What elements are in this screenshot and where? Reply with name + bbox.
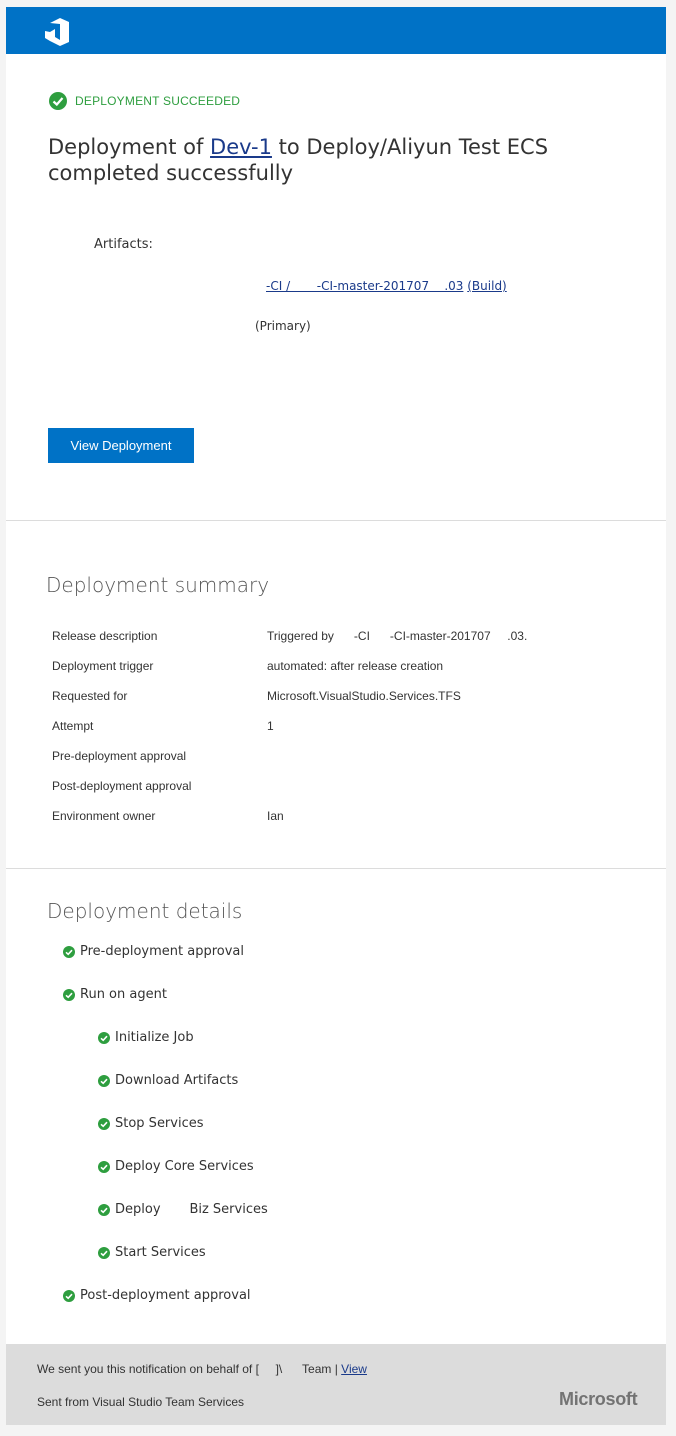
step-pre-deployment-approval: Pre-deployment approval <box>63 944 244 959</box>
success-check-icon <box>98 1117 110 1130</box>
build-type-link[interactable]: (Build) <box>467 279 507 293</box>
details-title: Deployment details <box>47 899 243 923</box>
primary-label: (Primary) <box>255 319 311 333</box>
success-check-icon <box>63 1289 75 1302</box>
step-label: Stop Services <box>115 1116 204 1131</box>
step-stop-services: Stop Services <box>98 1116 204 1131</box>
page-title: Deployment of Dev-1 to Deploy/Aliyun Tes… <box>48 134 648 186</box>
success-check-icon <box>98 1074 110 1087</box>
step-run-on-agent: Run on agent <box>63 987 167 1002</box>
summary-label: Requested for <box>52 689 128 703</box>
step-post-deployment-approval: Post-deployment approval <box>63 1288 251 1303</box>
step-label: Pre-deployment approval <box>80 944 245 959</box>
deployment-status-card: DEPLOYMENT SUCCEEDED Deployment of Dev-1… <box>6 54 666 520</box>
success-check-icon <box>98 1203 110 1216</box>
view-deployment-button[interactable]: View Deployment <box>48 428 194 463</box>
success-check-icon <box>49 92 67 110</box>
microsoft-logo: Microsoft <box>559 1389 638 1409</box>
step-download-artifacts: Download Artifacts <box>98 1073 238 1088</box>
deployment-summary-card: Deployment summary Release description T… <box>6 521 666 868</box>
step-start-services: Start Services <box>98 1245 206 1260</box>
step-label: Start Services <box>115 1245 206 1260</box>
step-initialize-job: Initialize Job <box>98 1030 194 1045</box>
summary-title: Deployment summary <box>46 573 270 597</box>
summary-label: Pre-deployment approval <box>52 749 187 763</box>
summary-label: Attempt <box>52 719 94 733</box>
notice-text: We sent you this notification on behalf … <box>37 1362 342 1376</box>
artifact-line: -CI / -CI-master-201707 .03 (Build) <box>266 279 507 293</box>
summary-value: Triggered by -CI -CI-master-201707 .03. <box>267 629 528 643</box>
artifacts-label: Artifacts: <box>94 237 153 252</box>
deployment-details-card: Deployment details Pre-deployment approv… <box>6 869 666 1344</box>
build-link[interactable]: -CI / -CI-master-201707 .03 <box>266 279 463 293</box>
title-prefix: Deployment of <box>48 135 211 159</box>
step-label: Deploy Biz Services <box>115 1202 268 1217</box>
summary-value: 1 <box>267 719 274 733</box>
notification-notice: We sent you this notification on behalf … <box>37 1362 367 1376</box>
status-row: DEPLOYMENT SUCCEEDED <box>49 92 240 110</box>
view-link[interactable]: View <box>341 1362 367 1376</box>
step-label: Post-deployment approval <box>80 1288 251 1303</box>
header-bar <box>6 7 666 54</box>
release-link[interactable]: Dev-1 <box>210 135 272 159</box>
success-check-icon <box>98 1246 110 1259</box>
status-label: DEPLOYMENT SUCCEEDED <box>75 94 241 108</box>
success-check-icon <box>98 1031 110 1044</box>
summary-value: Ian <box>267 809 284 823</box>
footer: We sent you this notification on behalf … <box>6 1344 666 1425</box>
success-check-icon <box>63 945 75 958</box>
step-label: Deploy Core Services <box>115 1159 254 1174</box>
summary-value: automated: after release creation <box>267 659 444 673</box>
summary-label: Post-deployment approval <box>52 779 192 793</box>
success-check-icon <box>98 1160 110 1173</box>
summary-label: Environment owner <box>52 809 156 823</box>
step-deploy-biz-services: Deploy Biz Services <box>98 1202 268 1217</box>
summary-value: Microsoft.VisualStudio.Services.TFS <box>267 689 461 703</box>
success-check-icon <box>63 988 75 1001</box>
sent-from-text: Sent from Visual Studio Team Services <box>37 1395 244 1409</box>
summary-label: Deployment trigger <box>52 659 154 673</box>
step-label: Run on agent <box>80 987 167 1002</box>
visual-studio-icon <box>45 18 69 46</box>
step-label: Download Artifacts <box>115 1073 239 1088</box>
step-label: Initialize Job <box>115 1030 194 1045</box>
step-deploy-core-services: Deploy Core Services <box>98 1159 254 1174</box>
summary-label: Release description <box>52 629 158 643</box>
